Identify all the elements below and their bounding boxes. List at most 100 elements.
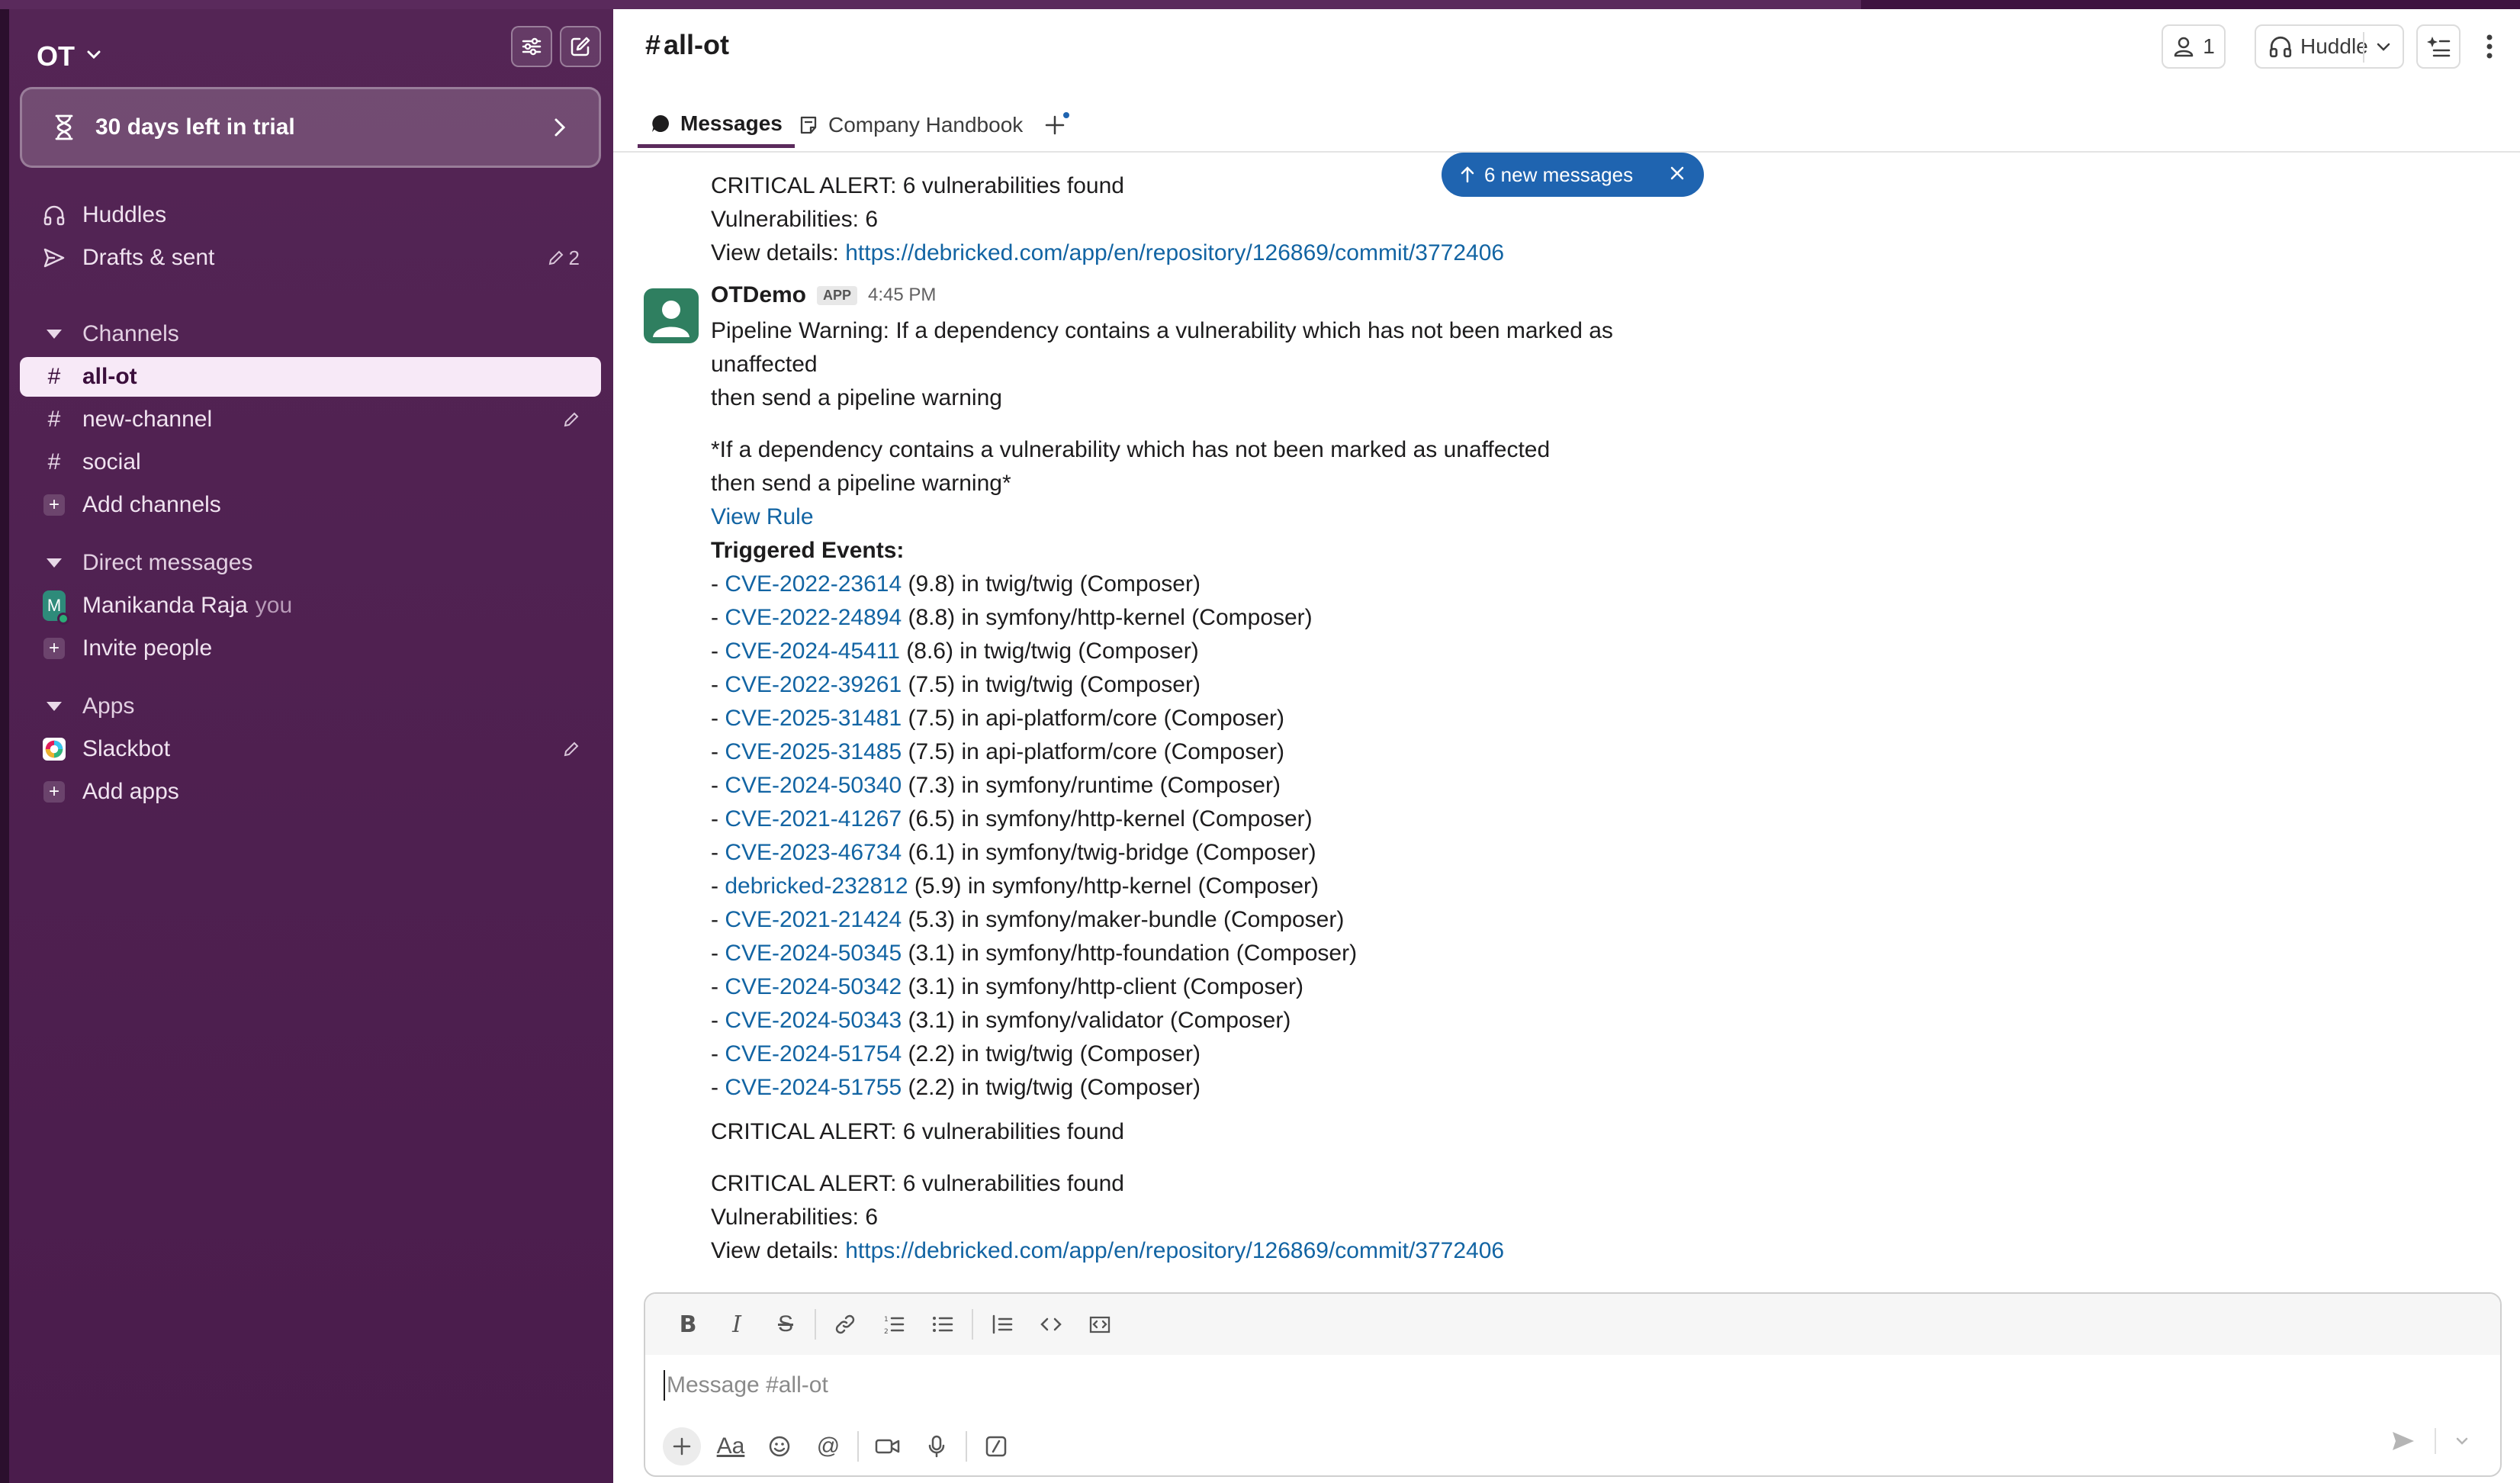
add-channels-button[interactable]: + Add channels [20, 485, 601, 525]
strikethrough-button[interactable]: S [761, 1300, 810, 1349]
vulnerability-link[interactable]: CVE-2024-50343 [725, 1008, 902, 1033]
invite-people-button[interactable]: + Invite people [20, 629, 601, 668]
sidebar-item-new-channel[interactable]: # new-channel [20, 400, 601, 439]
link-button[interactable] [821, 1300, 869, 1349]
vulnerability-link[interactable]: CVE-2021-21424 [725, 907, 902, 932]
list-bullet: - [711, 974, 725, 999]
bullet-list-icon [933, 1317, 953, 1332]
divider [972, 1309, 973, 1340]
trial-label: 30 days left in trial [95, 114, 295, 140]
details-link[interactable]: https://debricked.com/app/en/repository/… [845, 1238, 1504, 1263]
sidebar-item-dm-user[interactable]: M Manikanda Raja you [20, 586, 601, 626]
vulnerability-detail: (3.1) in symfony/http-foundation (Compos… [902, 941, 1358, 966]
attach-button[interactable] [663, 1427, 701, 1465]
add-apps-button[interactable]: + Add apps [20, 772, 601, 812]
add-tab-button[interactable] [1043, 102, 1069, 148]
vulnerability-link[interactable]: CVE-2025-31481 [725, 706, 902, 731]
vulnerability-link[interactable]: debricked-232812 [725, 873, 908, 899]
chevron-right-icon [554, 118, 566, 137]
plus-icon: + [43, 638, 65, 659]
hash-icon: # [47, 407, 61, 432]
link-icon [835, 1314, 855, 1334]
filter-settings-button[interactable] [511, 26, 552, 67]
details-link[interactable]: https://debricked.com/app/en/repository/… [845, 240, 1504, 265]
vulnerability-link[interactable]: CVE-2025-31485 [725, 739, 902, 764]
sidebar-item-drafts[interactable]: Drafts & sent 2 [20, 238, 601, 278]
timestamp[interactable]: 4:45 PM [868, 285, 936, 306]
vulnerability-detail: (2.2) in twig/twig (Composer) [902, 1075, 1201, 1100]
vulnerability-link[interactable]: CVE-2024-45411 [725, 639, 900, 664]
dm-section-header[interactable]: Direct messages [20, 543, 601, 583]
sidebar-item-slackbot[interactable]: Slackbot [20, 729, 601, 769]
caret-down-icon [43, 330, 66, 339]
more-options-button[interactable] [2470, 24, 2509, 69]
tab-company-handbook[interactable]: Company Handbook [798, 102, 1023, 148]
channel-title[interactable]: # all-ot [645, 29, 729, 61]
code-button[interactable] [1027, 1300, 1075, 1349]
video-button[interactable] [863, 1423, 912, 1469]
workspace-switcher[interactable]: OT [37, 37, 102, 76]
formatting-toggle-button[interactable]: Aa [706, 1423, 755, 1469]
text-format-icon: Aa [716, 1433, 745, 1459]
huddle-button[interactable]: Huddle [2255, 24, 2404, 69]
vulnerability-link[interactable]: CVE-2024-50345 [725, 941, 902, 966]
vulnerability-link[interactable]: CVE-2023-46734 [725, 840, 902, 865]
message-text: unaffected [711, 352, 818, 377]
list-item: - CVE-2021-21424 (5.3) in symfony/maker-… [711, 903, 1344, 937]
vulnerability-link[interactable]: CVE-2024-50342 [725, 974, 902, 999]
send-icon [43, 246, 66, 269]
list-bullet: - [711, 1041, 725, 1066]
compose-icon [571, 37, 590, 56]
members-button[interactable]: 1 [2162, 24, 2226, 69]
sidebar-item-all-ot[interactable]: # all-ot [20, 357, 601, 397]
list-bullet: - [711, 1008, 725, 1033]
avatar[interactable] [644, 288, 699, 343]
message-text: CRITICAL ALERT: 6 vulnerabilities found [711, 1119, 1124, 1144]
vulnerability-link[interactable]: CVE-2022-23614 [725, 571, 902, 597]
vulnerability-link[interactable]: CVE-2024-51755 [725, 1075, 902, 1100]
new-messages-pill[interactable]: 6 new messages [1442, 153, 1704, 197]
vulnerability-link[interactable]: CVE-2024-51754 [725, 1041, 902, 1066]
ai-summary-button[interactable] [2416, 24, 2461, 69]
chevron-down-icon[interactable] [2454, 1433, 2470, 1449]
members-count: 1 [2203, 34, 2215, 58]
compose-button[interactable] [560, 26, 601, 67]
send-icon[interactable] [2390, 1430, 2416, 1452]
blockquote-button[interactable] [978, 1300, 1027, 1349]
message-input[interactable]: Message #all-ot [664, 1370, 828, 1401]
view-rule-link[interactable]: View Rule [711, 500, 814, 534]
vulnerability-detail: (7.5) in api-platform/core (Composer) [902, 706, 1284, 731]
bold-button[interactable]: B [664, 1300, 712, 1349]
microphone-icon [928, 1435, 945, 1458]
emoji-button[interactable] [755, 1423, 804, 1469]
section-label: Channels [82, 321, 179, 346]
bullet-list-button[interactable] [918, 1300, 967, 1349]
code-block-button[interactable] [1075, 1300, 1124, 1349]
vulnerability-link[interactable]: CVE-2022-39261 [725, 672, 902, 697]
list-item: - CVE-2024-51754 (2.2) in twig/twig (Com… [711, 1037, 1201, 1071]
sender-name[interactable]: OTDemo [711, 282, 806, 308]
sidebar-item-social[interactable]: # social [20, 442, 601, 482]
italic-button[interactable]: I [712, 1300, 761, 1349]
shortcuts-button[interactable] [972, 1423, 1021, 1469]
mention-button[interactable]: @ [804, 1423, 853, 1469]
list-item: - CVE-2022-23614 (9.8) in twig/twig (Com… [711, 568, 1201, 601]
list-bullet: - [711, 840, 725, 865]
tab-label: Company Handbook [828, 113, 1024, 137]
channel-label: all-ot [82, 364, 137, 389]
audio-button[interactable] [912, 1423, 961, 1469]
apps-section-header[interactable]: Apps [20, 687, 601, 726]
sidebar-item-huddles[interactable]: Huddles [20, 195, 601, 235]
trial-banner[interactable]: 30 days left in trial [20, 87, 601, 168]
vulnerability-link[interactable]: CVE-2022-24894 [725, 605, 902, 630]
list-bullet: - [711, 1075, 725, 1100]
divider [2435, 1428, 2436, 1454]
vulnerability-detail: (9.8) in twig/twig (Composer) [902, 571, 1201, 597]
ordered-list-button[interactable]: 12 [869, 1300, 918, 1349]
tab-messages[interactable]: Messages [638, 102, 795, 148]
slackbot-label: Slackbot [82, 736, 171, 761]
vulnerability-link[interactable]: CVE-2024-50340 [725, 773, 902, 798]
channels-section-header[interactable]: Channels [20, 314, 601, 354]
close-icon[interactable] [1669, 162, 1686, 187]
vulnerability-link[interactable]: CVE-2021-41267 [725, 806, 902, 832]
